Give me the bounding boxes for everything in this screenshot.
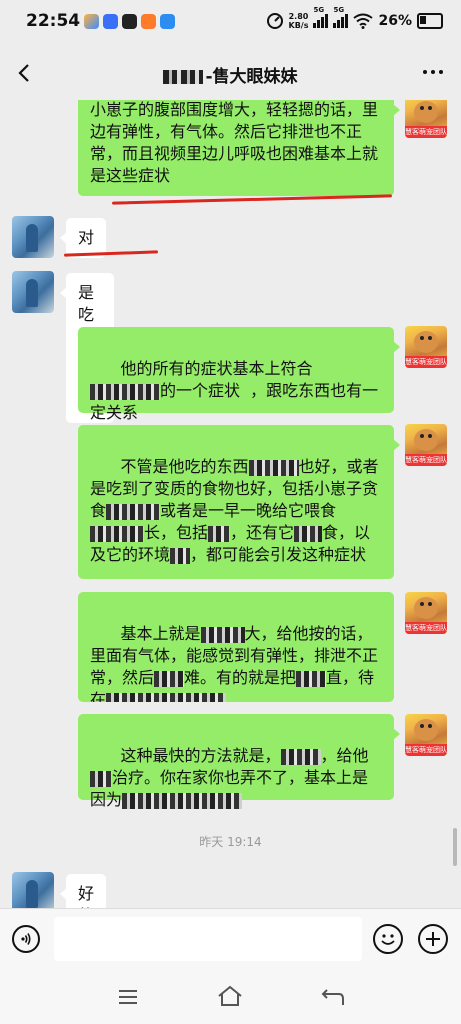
self-avatar[interactable]: 慧客萌宠团队: [405, 100, 447, 138]
wifi-icon: [353, 13, 374, 29]
back-nav-icon[interactable]: [321, 987, 345, 1007]
self-avatar[interactable]: 慧客萌宠团队: [405, 326, 447, 368]
status-bar: 22:54 2.80 KB/s 5G 5G 26%: [0, 0, 461, 48]
status-time: 22:54: [26, 11, 81, 31]
message-bubble[interactable]: 不管是他吃的东西 也好，或者是吃到了变质的食物也好，包括小崽子贪食 或者是一早一晚给…: [78, 425, 400, 579]
more-options-icon[interactable]: [423, 70, 443, 74]
network-speed: 2.80 KB/s: [288, 12, 309, 30]
speedometer-icon: [266, 13, 283, 29]
app-notification-icon: [84, 14, 99, 29]
signal-icon: 5G: [313, 6, 329, 28]
app-notification-icon: [141, 14, 156, 29]
message-bubble[interactable]: 他的所有的症状基本上符合的一个症状 ，跟吃东西也有一定关系: [78, 327, 400, 422]
battery-icon: [417, 13, 443, 29]
telegram-icon: [122, 14, 137, 29]
chat-title: -售大眼妹妹: [0, 62, 461, 87]
message-bubble[interactable]: 这种最快的方法就是， ，给他治疗。你在家你也弄不了，基本上是因为: [78, 714, 400, 809]
self-avatar[interactable]: 慧客萌宠团队: [405, 424, 447, 466]
message-input[interactable]: [54, 917, 362, 961]
chat-header: -售大眼妹妹: [0, 48, 461, 100]
scrollbar[interactable]: [453, 828, 457, 866]
contact-avatar[interactable]: [12, 216, 54, 258]
app-notification-icon: [103, 14, 118, 29]
menu-icon[interactable]: [117, 989, 139, 1005]
contact-avatar[interactable]: [12, 271, 54, 313]
add-attachment-icon[interactable]: [418, 924, 448, 954]
self-avatar[interactable]: 慧客萌宠团队: [405, 714, 447, 756]
input-bar: [0, 908, 461, 971]
message-list[interactable]: 小崽子的腹部围度增大，轻轻摁的话，里边有弹性，有气体。然后它排泄也不正常，而且视…: [0, 100, 461, 908]
emoji-icon[interactable]: [373, 924, 403, 954]
voice-input-icon[interactable]: [12, 925, 40, 953]
home-icon[interactable]: [217, 985, 243, 1007]
timestamp-separator: 昨天 19:14: [199, 835, 262, 849]
message-bubble[interactable]: 好的: [59, 874, 107, 908]
self-avatar[interactable]: 慧客萌宠团队: [405, 592, 447, 634]
battery-percent: 26%: [378, 13, 412, 29]
contact-avatar[interactable]: [12, 872, 54, 908]
message-bubble[interactable]: 小崽子的腹部围度增大，轻轻摁的话，里边有弹性，有气体。然后它排泄也不正常，而且视…: [78, 100, 400, 196]
notification-icons: [84, 14, 175, 29]
system-navigation-bar: [0, 970, 461, 1024]
message-bubble[interactable]: 基本上就是 大，给他按的话，里面有气体，能感觉到有弹性，排泄不正常，然后 难。有的就…: [78, 592, 394, 702]
app-notification-icon: [160, 14, 175, 29]
signal-icon: 5G: [333, 6, 349, 28]
redacted-name: [163, 70, 204, 84]
